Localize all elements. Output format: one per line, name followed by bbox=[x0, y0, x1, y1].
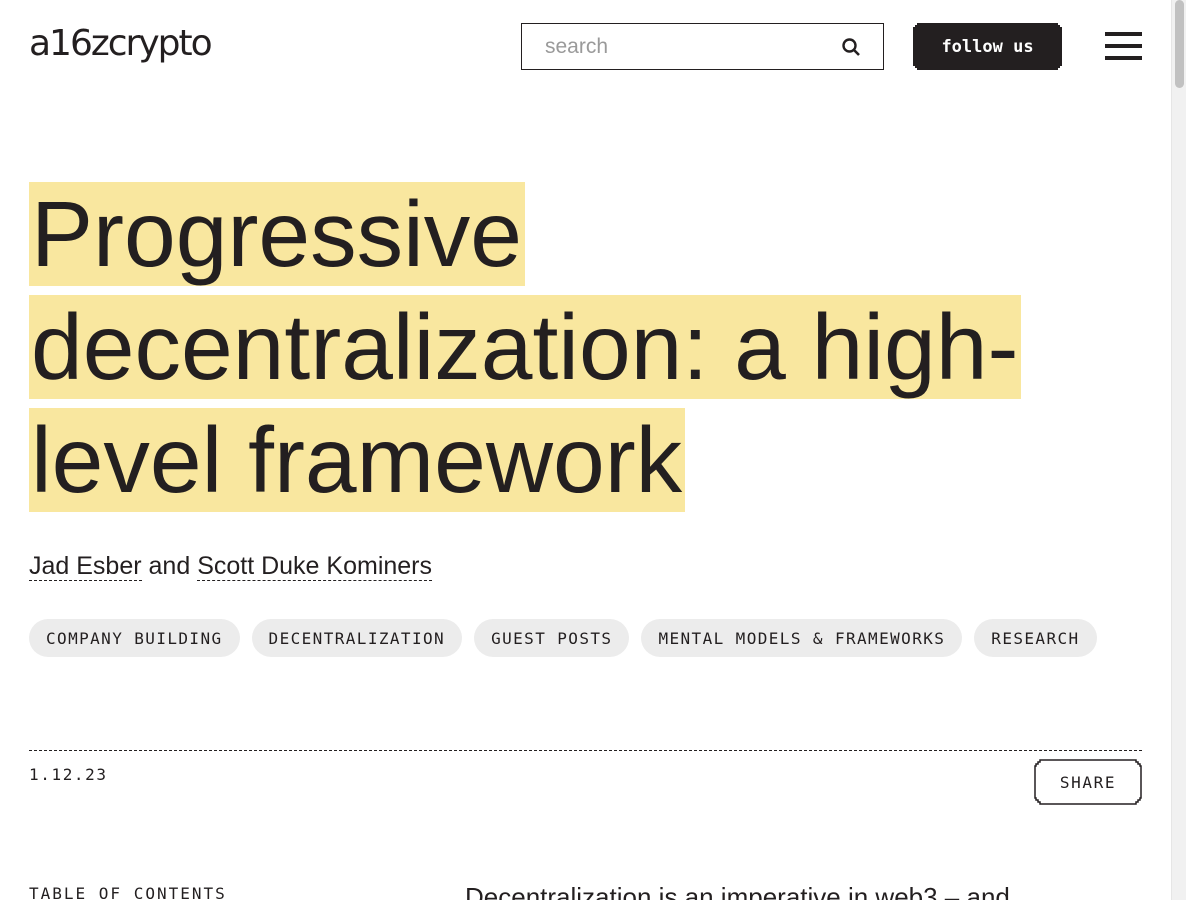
search-icon[interactable] bbox=[841, 37, 861, 57]
intro-text-rest: is an imperative in web3 – and bbox=[651, 882, 1010, 900]
author-joiner: and bbox=[148, 552, 191, 580]
tag-mental-models-frameworks[interactable]: MENTAL MODELS & FRAMEWORKS bbox=[641, 619, 963, 657]
search-box[interactable] bbox=[521, 23, 884, 70]
tag-guest-posts[interactable]: GUEST POSTS bbox=[474, 619, 630, 657]
site-logo[interactable]: a16zcrypto bbox=[29, 24, 213, 64]
tag-research[interactable]: RESEARCH bbox=[974, 619, 1097, 657]
publish-date: 1.12.23 bbox=[29, 765, 108, 784]
tag-company-building[interactable]: COMPANY BUILDING bbox=[29, 619, 240, 657]
author-link-jad-esber[interactable]: Jad Esber bbox=[29, 552, 142, 581]
article-authors: Jad Esber and Scott Duke Kominers bbox=[29, 550, 433, 582]
article-intro-text: Decentralization is an imperative in web… bbox=[465, 880, 1105, 900]
share-button[interactable]: SHARE bbox=[1034, 759, 1142, 805]
intro-link-decentralization[interactable]: Decentralization bbox=[465, 882, 652, 900]
title-line-2: decentralization: a high- bbox=[29, 295, 1022, 399]
share-label: SHARE bbox=[1059, 772, 1117, 792]
hamburger-menu-icon[interactable] bbox=[1105, 32, 1142, 60]
title-line-3: level framework bbox=[29, 408, 686, 512]
follow-us-button[interactable]: follow us bbox=[913, 23, 1062, 70]
search-input[interactable] bbox=[522, 24, 822, 69]
tag-decentralization[interactable]: DECENTRALIZATION bbox=[251, 619, 463, 657]
author-link-scott-duke-kominers[interactable]: Scott Duke Kominers bbox=[197, 552, 433, 581]
page-scrollbar[interactable] bbox=[1171, 0, 1186, 900]
meta-divider bbox=[29, 750, 1142, 751]
table-of-contents-heading: TABLE OF CONTENTS bbox=[29, 884, 227, 900]
scrollbar-thumb[interactable] bbox=[1175, 0, 1184, 88]
title-line-1: Progressive bbox=[29, 182, 526, 286]
tag-list: COMPANY BUILDING DECENTRALIZATION GUEST … bbox=[29, 619, 1097, 657]
article-title: Progressive decentralization: a high- le… bbox=[29, 178, 1089, 517]
